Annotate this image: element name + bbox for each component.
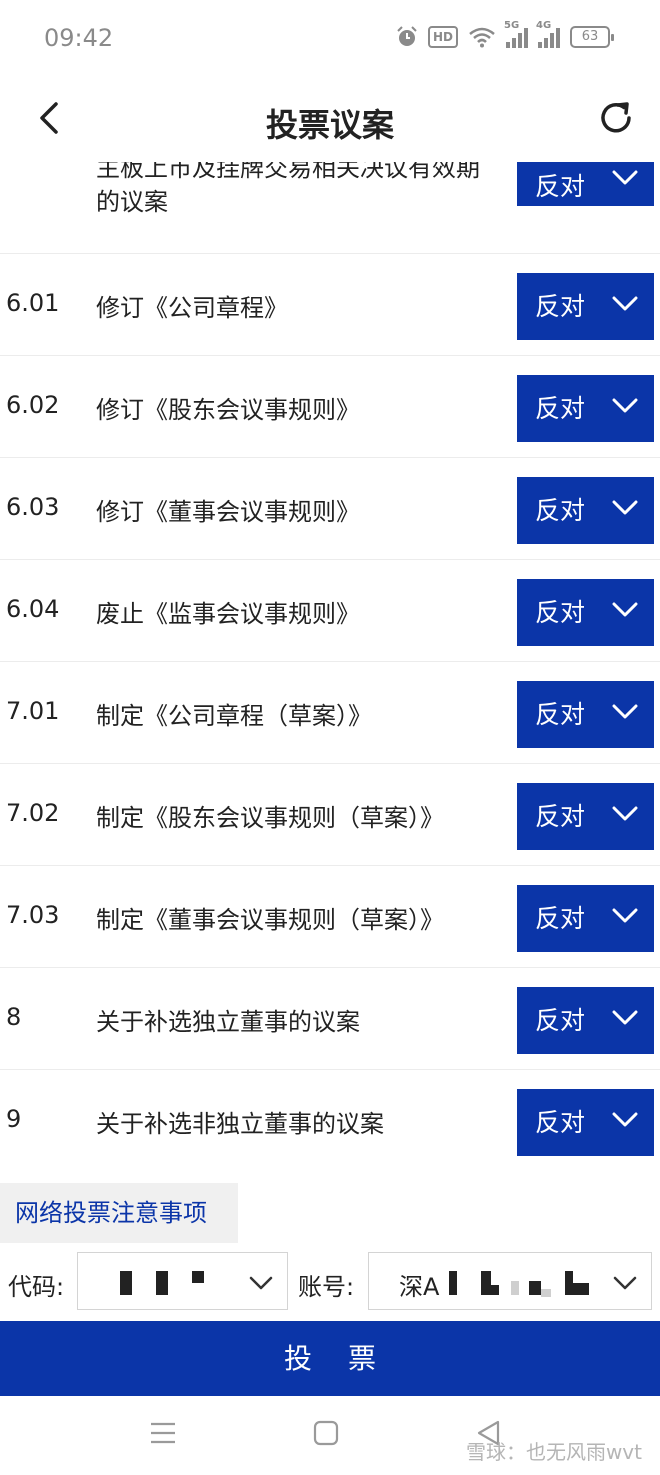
proposal-number: 6.03 bbox=[6, 493, 60, 521]
proposal-row: 7.01 制定《公司章程（草案）》 反对 bbox=[0, 662, 660, 764]
chevron-down-icon bbox=[249, 1276, 273, 1290]
chevron-down-icon bbox=[612, 704, 638, 719]
proposal-number: 6.01 bbox=[6, 289, 60, 317]
vote-option-value: 反对 bbox=[535, 904, 586, 933]
proposal-number: 9 bbox=[6, 1105, 22, 1133]
proposal-row: 6.01 修订《公司章程》 反对 bbox=[0, 254, 660, 356]
proposal-title: 关于补选非独立董事的议案 bbox=[96, 1110, 384, 1138]
redacted-account bbox=[529, 1281, 541, 1295]
chevron-down-icon bbox=[612, 908, 638, 923]
redacted-code bbox=[120, 1271, 132, 1295]
vote-option-value: 反对 bbox=[535, 496, 586, 525]
chevron-down-icon bbox=[612, 500, 638, 515]
vote-option-value: 反对 bbox=[535, 802, 586, 831]
proposal-title: 开地方式在香港联合交易所有限公司主板上市及挂牌交易相关决议有效期的议案 bbox=[96, 162, 480, 216]
signal-4g-icon: 4G bbox=[536, 20, 560, 48]
proposal-row: 6.02 修订《股东会议事规则》 反对 bbox=[0, 356, 660, 458]
redacted-code bbox=[192, 1271, 204, 1283]
status-bar: 09:42 HD 5G 4G 63 bbox=[0, 0, 660, 80]
page-title: 投票议案 bbox=[265, 106, 394, 144]
proposal-title: 修订《股东会议事规则》 bbox=[96, 396, 360, 424]
proposal-number: 7.02 bbox=[6, 799, 60, 827]
proposal-row: 6.04 废止《监事会议事规则》 反对 bbox=[0, 560, 660, 662]
vote-option-value: 反对 bbox=[535, 1006, 586, 1035]
home-icon[interactable] bbox=[311, 1418, 341, 1448]
vote-option-value: 反对 bbox=[535, 292, 586, 321]
status-icons: HD 5G 4G 63 bbox=[396, 20, 614, 48]
system-nav-bar: 雪球：也无风雨wvt bbox=[0, 1396, 660, 1475]
vote-option-value: 反对 bbox=[535, 172, 586, 201]
vote-option-select[interactable]: 反对 bbox=[517, 987, 654, 1054]
vote-option-select[interactable]: 反对 bbox=[517, 273, 654, 340]
redacted-account bbox=[491, 1285, 499, 1295]
account-select[interactable]: 深A bbox=[368, 1252, 652, 1310]
proposal-title: 制定《董事会议事规则（草案）》 bbox=[96, 906, 444, 934]
proposal-title: 制定《股东会议事规则（草案）》 bbox=[96, 804, 444, 832]
redacted-account bbox=[449, 1271, 457, 1295]
vote-option-value: 反对 bbox=[535, 598, 586, 627]
redacted-code bbox=[156, 1271, 168, 1295]
watermark: 雪球：也无风雨wvt bbox=[465, 1440, 642, 1464]
chevron-down-icon bbox=[612, 170, 638, 185]
vote-option-select[interactable]: 反对 bbox=[517, 885, 654, 952]
signal-5g-icon: 5G bbox=[504, 20, 528, 48]
proposal-row: 开地方式在香港联合交易所有限公司主板上市及挂牌交易相关决议有效期的议案 反对 bbox=[0, 162, 660, 254]
vote-option-select[interactable]: 反对 bbox=[517, 1089, 654, 1156]
chevron-down-icon bbox=[612, 602, 638, 617]
refresh-icon[interactable] bbox=[594, 96, 638, 140]
chevron-down-icon bbox=[612, 1010, 638, 1025]
vote-option-select[interactable]: 反对 bbox=[517, 375, 654, 442]
proposal-list[interactable]: 开地方式在香港联合交易所有限公司主板上市及挂牌交易相关决议有效期的议案 反对 6… bbox=[0, 162, 660, 1170]
hd-icon: HD bbox=[427, 26, 458, 48]
proposal-row: 7.02 制定《股东会议事规则（草案）》 反对 bbox=[0, 764, 660, 866]
redacted-account bbox=[481, 1271, 491, 1295]
chevron-down-icon bbox=[612, 398, 638, 413]
redacted-account bbox=[511, 1281, 519, 1295]
proposal-title: 修订《公司章程》 bbox=[96, 294, 288, 322]
status-time: 09:42 bbox=[44, 24, 114, 52]
proposal-title: 废止《监事会议事规则》 bbox=[96, 600, 360, 628]
vote-option-select[interactable]: 反对 bbox=[517, 681, 654, 748]
account-label: 账号: bbox=[298, 1273, 355, 1301]
code-select[interactable] bbox=[77, 1252, 288, 1310]
battery-icon: 63 bbox=[570, 26, 614, 48]
wifi-icon bbox=[469, 27, 495, 48]
chevron-down-icon bbox=[612, 296, 638, 311]
proposal-title: 修订《董事会议事规则》 bbox=[96, 498, 360, 526]
vote-option-value: 反对 bbox=[535, 700, 586, 729]
proposal-title: 制定《公司章程（草案）》 bbox=[96, 702, 372, 730]
vote-option-value: 反对 bbox=[535, 1108, 586, 1137]
proposal-number: 6.04 bbox=[6, 595, 60, 623]
voting-notice-link[interactable]: 网络投票注意事项 bbox=[0, 1183, 238, 1243]
proposal-row: 9 关于补选非独立董事的议案 反对 bbox=[0, 1070, 660, 1170]
vote-option-select[interactable]: 反对 bbox=[517, 477, 654, 544]
vote-option-select[interactable]: 反对 bbox=[517, 783, 654, 850]
chevron-down-icon bbox=[612, 806, 638, 821]
proposal-row: 8 关于补选独立董事的议案 反对 bbox=[0, 968, 660, 1070]
redacted-account bbox=[565, 1271, 573, 1295]
code-label: 代码: bbox=[8, 1273, 65, 1301]
vote-submit-button[interactable]: 投票 bbox=[0, 1321, 660, 1396]
redacted-account bbox=[541, 1289, 551, 1297]
proposal-number: 7.03 bbox=[6, 901, 60, 929]
redacted-account bbox=[573, 1283, 589, 1295]
vote-option-select[interactable]: 反对 bbox=[517, 162, 654, 206]
nav-bar: 投票议案 bbox=[0, 80, 660, 162]
menu-icon[interactable] bbox=[148, 1418, 178, 1448]
vote-option-value: 反对 bbox=[535, 394, 586, 423]
account-prefix: 深A bbox=[399, 1273, 440, 1301]
chevron-down-icon bbox=[613, 1276, 637, 1290]
proposal-title: 关于补选独立董事的议案 bbox=[96, 1008, 360, 1036]
proposal-row: 6.03 修订《董事会议事规则》 反对 bbox=[0, 458, 660, 560]
proposal-number: 6.02 bbox=[6, 391, 60, 419]
proposal-number: 7.01 bbox=[6, 697, 60, 725]
alarm-icon bbox=[397, 26, 417, 46]
chevron-down-icon bbox=[612, 1112, 638, 1127]
vote-option-select[interactable]: 反对 bbox=[517, 579, 654, 646]
proposal-row: 7.03 制定《董事会议事规则（草案）》 反对 bbox=[0, 866, 660, 968]
proposal-number: 8 bbox=[6, 1003, 22, 1031]
